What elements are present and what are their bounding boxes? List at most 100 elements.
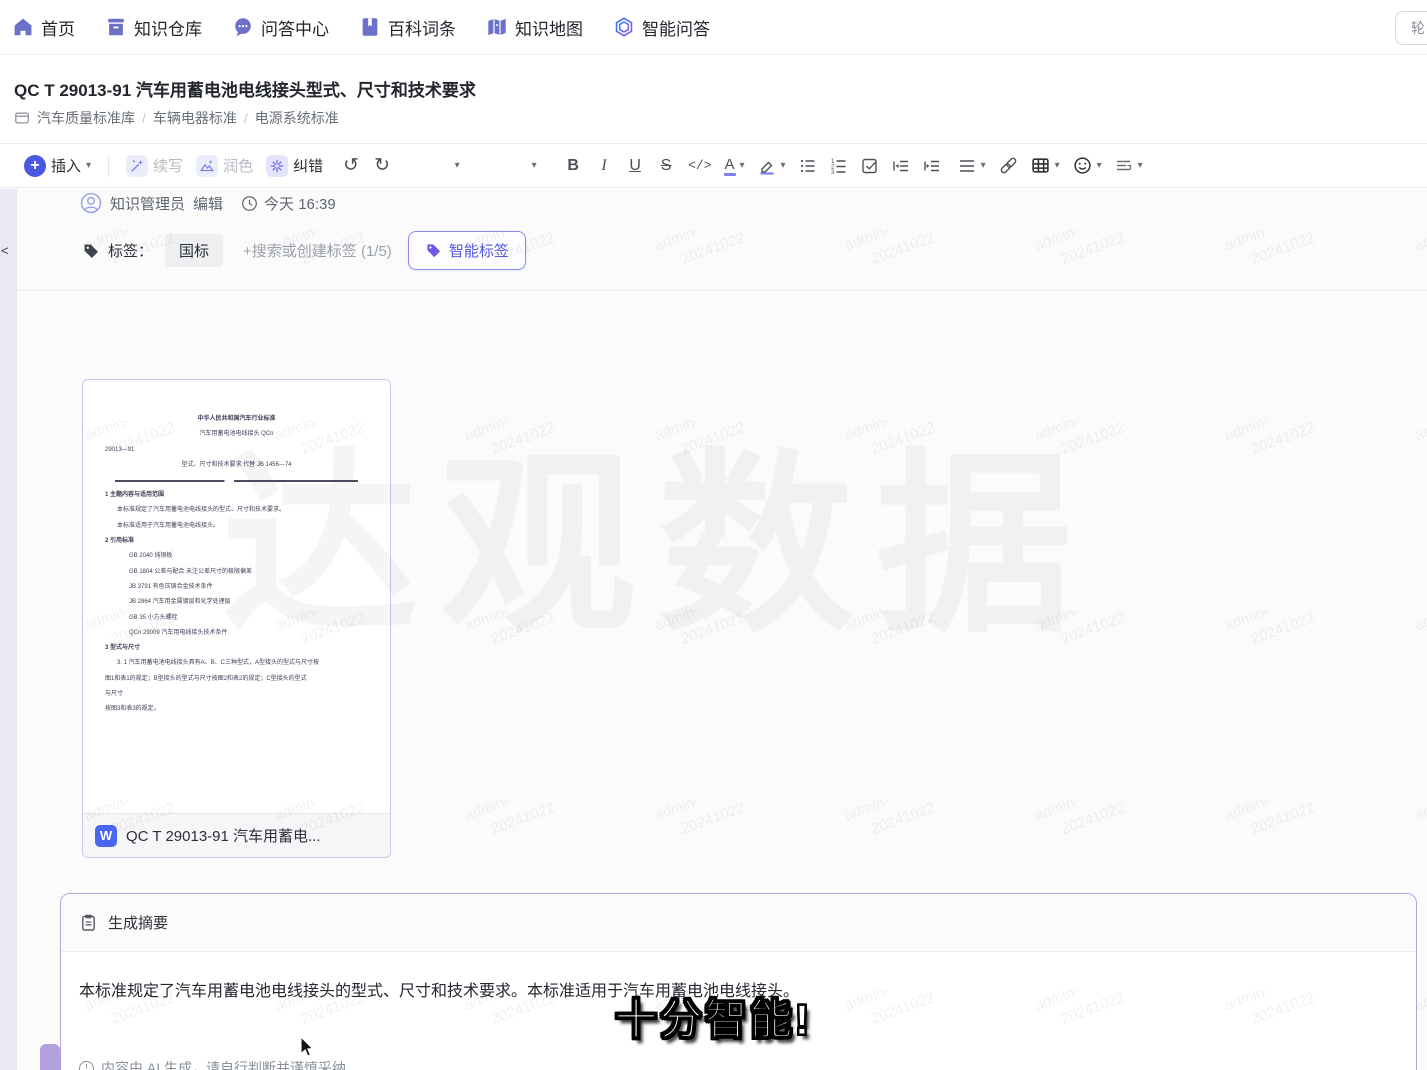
table-button[interactable]: ▾ [1031,156,1060,175]
word-file-icon: W [95,825,117,847]
insert-label: 插入 [51,155,81,176]
editor-name: 知识管理员 [110,193,185,214]
avatar [80,192,102,214]
doc-preview-lines: 中华人民共和国汽车行业标准汽车用蓄电池电线接头 QCn29013—91型式、尺寸… [105,412,368,718]
doc-preview-line: QCn 29009 汽车用电线接头技术条件 [105,626,368,641]
align-button[interactable]: ▾ [958,157,986,175]
tag-pill[interactable]: 国标 [165,234,223,267]
strikethrough-button[interactable]: S [657,157,675,175]
summary-header: 生成摘要 [61,894,1416,952]
attachment-footer: W QC T 29013-91 汽车用蓄电... [83,813,390,857]
add-tag-button[interactable]: +搜索或创建标签 (1/5) [243,240,392,261]
ai-continue-button[interactable]: 续写 [126,155,183,177]
nav-item-smart-qa[interactable]: 智能问答 [613,15,710,40]
chevron-down-icon: ▾ [532,160,537,171]
link-button[interactable] [999,156,1018,175]
italic-button[interactable]: I [595,157,613,175]
library-icon [14,110,30,126]
tags-row: 标签： 国标 +搜索或创建标签 (1/5) 智能标签 [82,231,526,270]
doc-preview-line: 图1和表1的规定；B型接头的型式与尺寸按图2和表2的规定；C型接头的型式 [105,672,368,687]
line-spacing-button[interactable]: ▾ [1115,157,1143,175]
nav-item-repository[interactable]: 知识仓库 [105,15,202,40]
tags-label: 标签： [108,240,153,261]
chevron-down-icon: ▾ [1138,160,1143,171]
code-icon: </> [688,158,711,173]
nav-item-label: 知识仓库 [134,15,202,40]
summary-clipboard-icon [79,913,98,932]
chevron-down-icon: ▾ [455,160,460,171]
nav-item-label: 问答中心 [261,15,329,40]
doc-preview-line: 与尺寸 [105,687,368,702]
highlight-button[interactable]: ▾ [758,157,786,175]
task-list-icon [861,157,879,175]
nav-item-home[interactable]: 首页 [12,15,75,40]
highlighter-icon [758,157,776,175]
nav-item-qa-center[interactable]: 问答中心 [232,15,329,40]
indent-icon [923,157,941,175]
mouse-cursor [300,1037,316,1059]
breadcrumb-item[interactable]: 车辆电器标准 [153,108,237,128]
style-dropdown[interactable]: ▾ [448,160,466,171]
nav-more-label: 轮 [1411,18,1425,38]
summary-title: 生成摘要 [108,912,168,933]
left-sidebar-strip[interactable] [0,189,17,1070]
outdent-button[interactable] [892,157,910,175]
home-icon [12,16,34,38]
table-icon [1031,156,1050,175]
undo-button[interactable]: ↺ [342,156,360,175]
video-subtitle: 十分智能! [615,986,812,1047]
continue-label: 续写 [153,155,183,176]
link-icon [999,156,1018,175]
ai-disclaimer-text: 内容由 AI 生成，请自行判断并谨慎采纳 [101,1058,346,1070]
task-list-button[interactable] [861,157,879,175]
nav-item-knowledge-map[interactable]: 知识地图 [486,15,583,40]
doc-preview-line: 2 引用标准 [105,534,368,549]
undo-icon: ↺ [343,156,359,175]
nav-item-encyclopedia[interactable]: 百科词条 [359,15,456,40]
insert-button[interactable]: + 插入 ▾ [24,155,91,177]
nav-item-label: 智能问答 [642,15,710,40]
fontsize-dropdown[interactable]: ▾ [525,160,543,171]
attachment-card[interactable]: 中华人民共和国汽车行业标准汽车用蓄电池电线接头 QCn29013—91型式、尺寸… [82,379,391,858]
doc-preview-line: 3 型式与尺寸 [105,641,368,656]
doc-preview-line: 本标准规定了汽车用蓄电池电线接头的型式、尺寸和技术要求。 [105,503,368,518]
underline-button[interactable]: U [626,157,644,175]
align-icon [958,157,976,175]
smart-tag-icon [425,242,442,259]
doc-preview-line: 本标准适用于汽车用蓄电池电线接头。 [105,519,368,534]
indent-button[interactable] [923,157,941,175]
ordered-list-button[interactable]: 123 [830,157,848,175]
doc-preview-line: JB 2864 汽车用金属镀层和化学处理层 [105,595,368,610]
code-button[interactable]: </> [688,158,711,173]
smart-tag-label: 智能标签 [449,240,509,261]
bullet-list-button[interactable] [799,157,817,175]
encyclopedia-icon [359,16,381,38]
sparkle-icon [266,155,288,177]
font-color-button[interactable]: A ▾ [725,156,745,176]
bullet-list-icon [799,157,817,175]
ai-polish-button[interactable]: 润色 [196,155,253,177]
polish-icon [196,155,218,177]
doc-preview: 中华人民共和国汽车行业标准汽车用蓄电池电线接头 QCn29013—91型式、尺寸… [83,380,390,813]
emoji-button[interactable]: ▾ [1073,156,1102,175]
collapse-sidebar-icon[interactable]: < [1,243,9,258]
smart-qa-icon [613,16,635,38]
underline-icon: U [629,157,641,175]
ai-correct-button[interactable]: 纠错 [266,155,323,177]
nav-more-button[interactable]: 轮 [1395,11,1427,45]
knowledge-map-icon [486,16,508,38]
floating-handle[interactable] [40,1044,60,1070]
breadcrumb-item[interactable]: 电源系统标准 [255,108,339,128]
nav-item-label: 百科词条 [388,15,456,40]
redo-button[interactable]: ↻ [373,156,391,175]
smart-tag-button[interactable]: 智能标签 [408,231,526,270]
doc-preview-line: 中华人民共和国汽车行业标准 [105,412,368,427]
emoji-icon [1073,156,1092,175]
magic-wand-icon [126,155,148,177]
line-spacing-icon [1115,157,1133,175]
tag-icon [82,242,100,260]
toolbar-divider [108,155,109,177]
doc-preview-line: 型式、尺寸和技术要求 代替 JB 1456—74 [105,458,368,473]
bold-button[interactable]: B [564,157,582,175]
breadcrumb-item[interactable]: 汽车质量标准库 [37,108,135,128]
